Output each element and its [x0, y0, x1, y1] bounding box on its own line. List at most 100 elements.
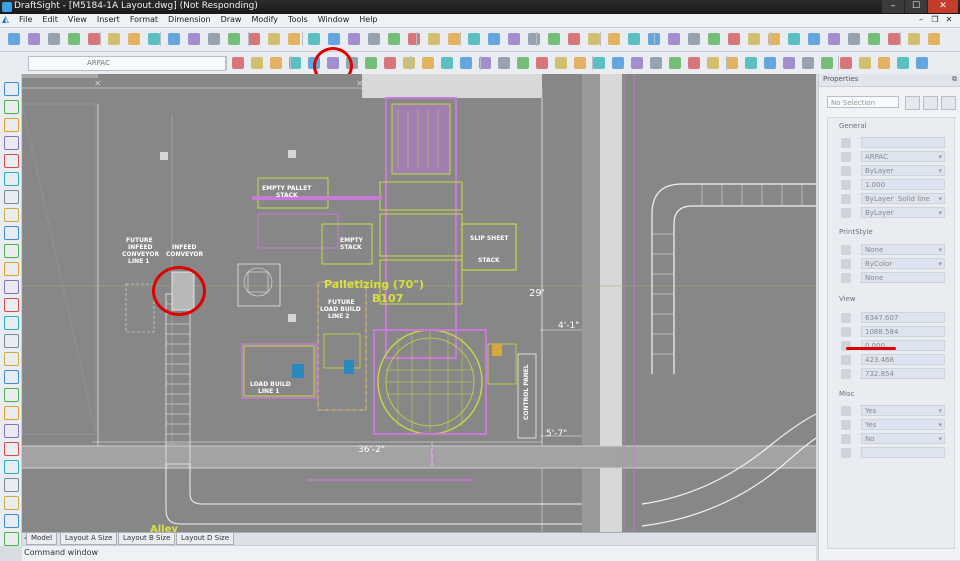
standard-tool-icon[interactable]	[748, 33, 760, 45]
standard-tool-icon[interactable]	[428, 33, 440, 45]
standard-tool-icon[interactable]	[608, 33, 620, 45]
menu-edit[interactable]: Edit	[37, 15, 63, 24]
draw-tool-icon[interactable]	[840, 57, 852, 69]
draftsight-app-icon[interactable]	[2, 2, 12, 12]
menu-view[interactable]: View	[63, 15, 92, 24]
menu-format[interactable]: Format	[125, 15, 163, 24]
menu-modify[interactable]: Modify	[246, 15, 283, 24]
draw-tool-icon[interactable]	[4, 316, 19, 330]
standard-tool-icon[interactable]	[808, 33, 820, 45]
doc-close-button[interactable]: ✕	[942, 15, 956, 24]
standard-tool-icon[interactable]	[288, 33, 300, 45]
prop-misc-3[interactable]: No	[841, 433, 949, 445]
draw-tool-icon[interactable]	[593, 57, 605, 69]
quick-select-button[interactable]	[941, 96, 956, 110]
draw-tool-icon[interactable]	[821, 57, 833, 69]
standard-tool-icon[interactable]	[168, 33, 180, 45]
standard-tool-icon[interactable]	[308, 33, 320, 45]
prop-printstyle-table[interactable]: ByColor	[841, 258, 949, 270]
draw-tool-icon[interactable]	[4, 136, 19, 150]
standard-tool-icon[interactable]	[888, 33, 900, 45]
draw-tool-icon[interactable]	[555, 57, 567, 69]
standard-tool-icon[interactable]	[568, 33, 580, 45]
drawing-canvas[interactable]: FUTURE INFEED CONVEYOR LINE 1 INFEED CONVEYO…	[22, 74, 816, 532]
draw-tool-icon[interactable]	[4, 388, 19, 402]
standard-tool-icon[interactable]	[68, 33, 80, 45]
standard-tool-icon[interactable]	[88, 33, 100, 45]
draw-tool-icon[interactable]	[4, 424, 19, 438]
draw-tool-icon[interactable]	[441, 57, 453, 69]
standard-tool-icon[interactable]	[48, 33, 60, 45]
standard-tool-icon[interactable]	[868, 33, 880, 45]
draw-tool-icon[interactable]	[4, 532, 19, 546]
draw-tool-icon[interactable]	[384, 57, 396, 69]
prop-misc-4[interactable]	[841, 447, 949, 459]
standard-tool-icon[interactable]	[128, 33, 140, 45]
draw-tool-icon[interactable]	[4, 298, 19, 312]
draw-tool-icon[interactable]	[422, 57, 434, 69]
tab-model[interactable]: Model	[26, 533, 58, 545]
standard-tool-icon[interactable]	[28, 33, 40, 45]
standard-tool-icon[interactable]	[368, 33, 380, 45]
draw-tool-icon[interactable]	[4, 154, 19, 168]
prop-linecolor[interactable]: ByLayer	[841, 165, 949, 177]
standard-tool-icon[interactable]	[708, 33, 720, 45]
tab-layout-a[interactable]: Layout A Size	[60, 533, 118, 545]
selection-dropdown[interactable]: No Selection	[827, 96, 899, 108]
select-objects-button[interactable]	[905, 96, 920, 110]
menu-dimension[interactable]: Dimension	[163, 15, 216, 24]
draw-tool-icon[interactable]	[232, 57, 244, 69]
draw-tool-icon[interactable]	[517, 57, 529, 69]
standard-tool-icon[interactable]	[408, 33, 420, 45]
standard-tool-icon[interactable]	[208, 33, 220, 45]
prop-height[interactable]: 423.468	[841, 354, 949, 366]
standard-tool-icon[interactable]	[548, 33, 560, 45]
draw-tool-icon[interactable]	[650, 57, 662, 69]
draw-tool-icon[interactable]	[726, 57, 738, 69]
maximize-button[interactable]: ☐	[905, 0, 927, 13]
standard-tool-icon[interactable]	[348, 33, 360, 45]
standard-tool-icon[interactable]	[668, 33, 680, 45]
viewport2-close-icon[interactable]: ×	[356, 79, 364, 89]
menu-insert[interactable]: Insert	[92, 15, 125, 24]
draw-tool-icon[interactable]	[270, 57, 282, 69]
standard-tool-icon[interactable]	[528, 33, 540, 45]
standard-tool-icon[interactable]	[588, 33, 600, 45]
standard-tool-icon[interactable]	[828, 33, 840, 45]
layer-combo[interactable]: ARPAC	[28, 56, 226, 71]
standard-tool-icon[interactable]	[628, 33, 640, 45]
draw-tool-icon[interactable]	[4, 82, 19, 96]
draw-tool-icon[interactable]	[745, 57, 757, 69]
standard-tool-icon[interactable]	[328, 33, 340, 45]
standard-tool-icon[interactable]	[388, 33, 400, 45]
draw-tool-icon[interactable]	[764, 57, 776, 69]
standard-tool-icon[interactable]	[508, 33, 520, 45]
prop-layer[interactable]: ARPAC	[841, 151, 949, 163]
draw-tool-icon[interactable]	[4, 100, 19, 114]
menu-draw[interactable]: Draw	[216, 15, 247, 24]
doc-minimize-button[interactable]: –	[914, 15, 928, 24]
draw-tool-icon[interactable]	[4, 370, 19, 384]
draw-tool-icon[interactable]	[897, 57, 909, 69]
prop-scale[interactable]: 1.000	[841, 179, 949, 191]
prop-misc-2[interactable]: Yes	[841, 419, 949, 431]
draw-tool-icon[interactable]	[4, 190, 19, 204]
draw-tool-icon[interactable]	[688, 57, 700, 69]
standard-tool-icon[interactable]	[8, 33, 20, 45]
command-window[interactable]: Command window	[22, 545, 816, 561]
draw-tool-icon[interactable]	[365, 57, 377, 69]
properties-pin-icon[interactable]: ⧉	[952, 75, 957, 84]
standard-tool-icon[interactable]	[488, 33, 500, 45]
draw-tool-icon[interactable]	[4, 280, 19, 294]
standard-tool-icon[interactable]	[268, 33, 280, 45]
draw-tool-icon[interactable]	[707, 57, 719, 69]
close-button[interactable]: ✕	[928, 0, 958, 13]
draw-tool-icon[interactable]	[4, 208, 19, 222]
menu-tools[interactable]: Tools	[283, 15, 313, 24]
prop-width[interactable]: 732.854	[841, 368, 949, 380]
draw-tool-icon[interactable]	[4, 478, 19, 492]
prop-printstyle-space[interactable]: None	[841, 272, 949, 284]
draw-tool-icon[interactable]	[251, 57, 263, 69]
prop-color[interactable]	[841, 137, 949, 149]
draw-tool-icon[interactable]	[4, 514, 19, 528]
